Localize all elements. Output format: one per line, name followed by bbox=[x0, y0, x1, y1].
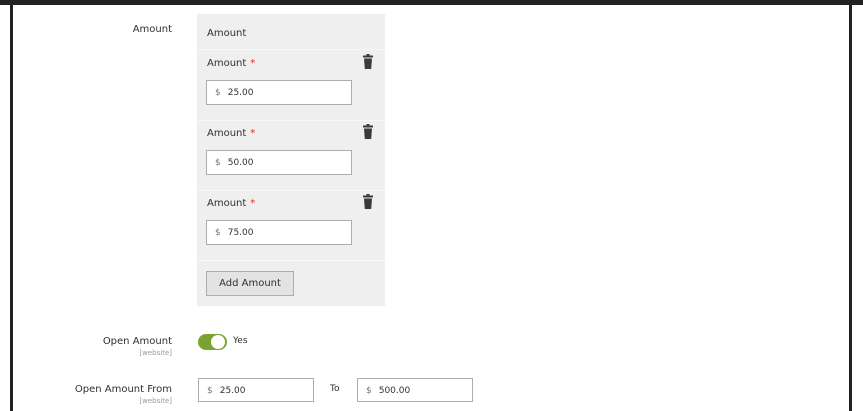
amount-value: 25.00 bbox=[227, 88, 254, 98]
delete-amount-button[interactable] bbox=[361, 54, 375, 70]
amount-row-label-text: Amount bbox=[207, 198, 247, 209]
amount-row-3: Amount * $75.00 bbox=[197, 190, 385, 260]
open-amount-to-input[interactable]: $500.00 bbox=[357, 378, 473, 402]
amount-row-label: Amount * bbox=[207, 58, 255, 69]
amount-row-label: Amount * bbox=[207, 198, 255, 209]
to-value: 500.00 bbox=[378, 386, 411, 396]
open-amount-scope: [website] bbox=[139, 349, 172, 357]
open-amount-toggle[interactable] bbox=[198, 334, 227, 350]
trash-icon bbox=[363, 194, 373, 209]
open-amount-label: Open Amount bbox=[102, 336, 172, 347]
add-amount-button[interactable]: Add Amount bbox=[206, 271, 294, 296]
currency-symbol: $ bbox=[207, 386, 213, 396]
required-marker: * bbox=[250, 58, 256, 69]
currency-symbol: $ bbox=[366, 386, 372, 396]
toggle-knob bbox=[211, 335, 225, 349]
currency-symbol: $ bbox=[215, 228, 221, 238]
amount-panel-header: Amount bbox=[207, 28, 247, 39]
amount-rows-panel: Amount Amount * $25.00 Amount * $50.00 Amo… bbox=[197, 14, 385, 306]
amount-value: 75.00 bbox=[227, 228, 254, 238]
amount-row-label: Amount * bbox=[207, 128, 255, 139]
delete-amount-button[interactable] bbox=[361, 194, 375, 210]
open-amount-from-input[interactable]: $25.00 bbox=[198, 378, 314, 402]
to-label: To bbox=[330, 384, 340, 394]
currency-symbol: $ bbox=[215, 88, 221, 98]
row-divider bbox=[197, 260, 385, 261]
amount-field-label: Amount bbox=[132, 24, 172, 35]
right-border bbox=[849, 0, 852, 411]
open-amount-from-scope: [website] bbox=[139, 397, 172, 405]
amount-row-label-text: Amount bbox=[207, 58, 247, 69]
from-value: 25.00 bbox=[219, 386, 246, 396]
currency-symbol: $ bbox=[215, 158, 221, 168]
open-amount-toggle-state: Yes bbox=[233, 336, 248, 346]
amount-input[interactable]: $75.00 bbox=[206, 220, 352, 245]
amount-row-2: Amount * $50.00 bbox=[197, 120, 385, 190]
amount-input[interactable]: $50.00 bbox=[206, 150, 352, 175]
amount-input[interactable]: $25.00 bbox=[206, 80, 352, 105]
amount-row-1: Amount * $25.00 bbox=[197, 50, 385, 120]
trash-icon bbox=[363, 54, 373, 69]
open-amount-from-label: Open Amount From bbox=[74, 384, 172, 395]
top-border bbox=[0, 0, 863, 5]
required-marker: * bbox=[250, 128, 256, 139]
required-marker: * bbox=[250, 198, 256, 209]
trash-icon bbox=[363, 124, 373, 139]
amount-value: 50.00 bbox=[227, 158, 254, 168]
delete-amount-button[interactable] bbox=[361, 124, 375, 140]
amount-row-label-text: Amount bbox=[207, 128, 247, 139]
